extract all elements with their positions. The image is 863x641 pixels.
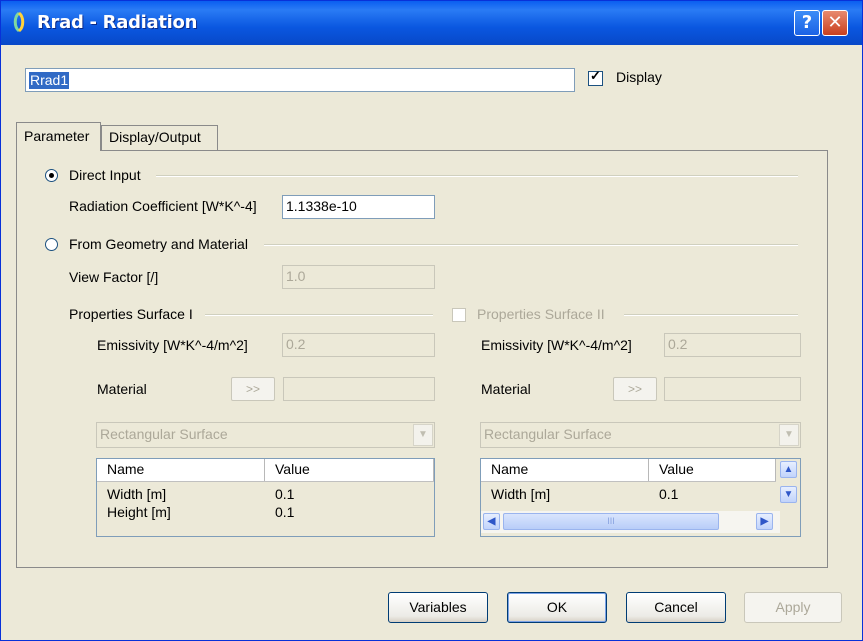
tab-parameter-label: Parameter [24, 128, 90, 144]
surface1-material-button[interactable]: >> [231, 377, 275, 401]
surface2-table[interactable]: Name Value Width [m] 0.1 ▲ ▼ ◀ III ▶ [480, 458, 801, 537]
scroll-thumb[interactable]: III [503, 513, 719, 530]
title-bar[interactable]: Rrad - Radiation ? ✕ [1, 1, 862, 45]
scroll-thumb-grip: III [607, 516, 615, 526]
display-checkbox[interactable]: ✓ [588, 68, 603, 86]
ok-button[interactable]: OK [507, 592, 607, 623]
column-header-name[interactable]: Name [97, 459, 265, 481]
table-cell-name: Width [m] [107, 486, 167, 502]
scroll-left-button[interactable]: ◀ [483, 513, 500, 530]
table-cell-value: 0.1 [659, 486, 679, 502]
surface1-table-header: Name Value [97, 459, 434, 482]
view-factor-input[interactable]: 1.0 [282, 265, 435, 289]
close-button[interactable]: ✕ [822, 10, 848, 36]
surface1-divider [205, 314, 433, 316]
close-icon: ✕ [827, 12, 843, 33]
table-cell-name: Height [m] [107, 504, 171, 520]
chevron-down-icon: ▼ [779, 424, 799, 446]
dialog-window: Rrad - Radiation ? ✕ Rrad1 ✓ Display Dis… [0, 0, 863, 641]
surface2-emissivity-input[interactable]: 0.2 [664, 333, 801, 357]
horizontal-scrollbar[interactable]: ◀ III ▶ [481, 511, 780, 533]
apply-button[interactable]: Apply [744, 592, 842, 623]
surface1-material-label: Material [97, 381, 147, 397]
scroll-up-button[interactable]: ▲ [780, 461, 797, 478]
surface1-title: Properties Surface I [69, 306, 193, 322]
tab-display-output[interactable]: Display/Output [101, 125, 218, 150]
surface2-shape-select[interactable]: Rectangular Surface ▼ [480, 422, 801, 448]
name-input-value: Rrad1 [29, 72, 70, 89]
from-geometry-radio[interactable] [45, 238, 58, 251]
surface2-material-label: Material [481, 381, 531, 397]
table-cell-name: Width [m] [491, 486, 551, 502]
direct-input-label: Direct Input [69, 167, 141, 183]
display-checkbox-label: Display [616, 69, 662, 85]
surface1-emissivity-input[interactable]: 0.2 [282, 333, 435, 357]
cancel-button[interactable]: Cancel [626, 592, 726, 623]
radiation-coefficient-label: Radiation Coefficient [W*K^-4] [69, 198, 257, 214]
help-button[interactable]: ? [794, 10, 820, 36]
surface2-shape-value: Rectangular Surface [484, 426, 612, 442]
surface2-material-button[interactable]: >> [613, 377, 657, 401]
surface2-table-header: Name Value [481, 459, 776, 482]
column-header-value[interactable]: Value [265, 459, 434, 481]
surface2-divider [624, 314, 798, 316]
direct-input-divider [156, 175, 798, 177]
help-icon: ? [801, 12, 813, 33]
check-icon: ✓ [590, 68, 601, 83]
surface1-table[interactable]: Name Value Width [m] 0.1 Height [m] 0.1 [96, 458, 435, 537]
radiation-coefficient-input[interactable]: 1.1338e-10 [282, 195, 435, 219]
surface2-emissivity-label: Emissivity [W*K^-4/m^2] [481, 337, 632, 353]
tab-display-output-label: Display/Output [109, 129, 201, 145]
view-factor-label: View Factor [/] [69, 269, 159, 285]
from-geometry-divider [264, 244, 798, 246]
surface2-checkbox[interactable] [452, 308, 466, 322]
surface1-shape-select[interactable]: Rectangular Surface ▼ [96, 422, 435, 448]
surface2-material-input[interactable] [664, 377, 801, 401]
table-cell-value: 0.1 [275, 486, 295, 502]
app-icon [13, 11, 25, 33]
column-header-name[interactable]: Name [481, 459, 649, 481]
scroll-right-button[interactable]: ▶ [756, 513, 773, 530]
scroll-down-button[interactable]: ▼ [780, 486, 797, 503]
surface1-emissivity-label: Emissivity [W*K^-4/m^2] [97, 337, 248, 353]
chevron-down-icon: ▼ [413, 424, 433, 446]
column-header-value[interactable]: Value [649, 459, 776, 481]
surface1-shape-value: Rectangular Surface [100, 426, 228, 442]
table-cell-value: 0.1 [275, 504, 295, 520]
from-geometry-label: From Geometry and Material [69, 236, 248, 252]
surface2-title: Properties Surface II [477, 306, 605, 322]
variables-button[interactable]: Variables [388, 592, 488, 623]
window-title: Rrad - Radiation [37, 12, 198, 33]
surface1-material-input[interactable] [283, 377, 435, 401]
name-input[interactable]: Rrad1 [25, 68, 575, 92]
tab-parameter[interactable]: Parameter [16, 122, 101, 151]
direct-input-radio[interactable] [45, 169, 58, 182]
